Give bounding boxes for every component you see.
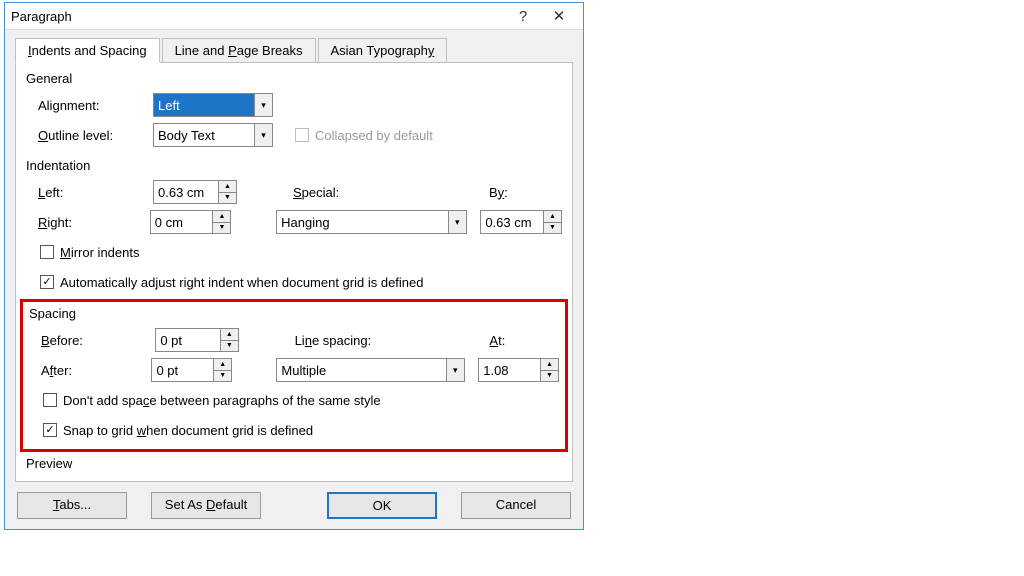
snap-to-grid-checkbox[interactable]: ✓ Snap to grid when document grid is def… [43, 423, 313, 438]
line-spacing-label: Line spacing: [295, 333, 414, 348]
checkbox-box: ✓ [43, 423, 57, 437]
tab-asian-typography[interactable]: Asian Typography [318, 38, 448, 63]
indent-left-value: 0.63 cm [154, 181, 218, 203]
ok-button[interactable]: OK [327, 492, 437, 519]
set-default-button[interactable]: Set As Default [151, 492, 261, 519]
before-spinner[interactable]: 0 pt ▲▼ [155, 328, 239, 352]
by-spinner[interactable]: 0.63 cm ▲▼ [480, 210, 562, 234]
collapsed-checkbox: Collapsed by default [295, 128, 433, 143]
checkbox-box [43, 393, 57, 407]
outline-combo[interactable]: Body Text ▾ [153, 123, 273, 147]
by-label: By: [489, 185, 559, 200]
group-indentation-heading: Indentation [26, 158, 562, 173]
mirror-indents-label: Mirror indents [60, 245, 139, 260]
after-label: After: [41, 363, 151, 378]
checkbox-box [40, 245, 54, 259]
dialog-body: Indents and Spacing Line and Page Breaks… [5, 30, 583, 529]
tab-label: Line and Page Breaks [175, 43, 303, 58]
group-general-heading: General [26, 71, 562, 86]
help-icon[interactable]: ? [505, 8, 541, 25]
before-value: 0 pt [156, 329, 220, 351]
after-spinner[interactable]: 0 pt ▲▼ [151, 358, 232, 382]
dialog-title: Paragraph [11, 9, 505, 24]
by-value: 0.63 cm [481, 211, 543, 233]
dont-add-space-checkbox[interactable]: Don't add space between paragraphs of th… [43, 393, 381, 408]
special-label: Special: [293, 185, 413, 200]
indent-left-spinner[interactable]: 0.63 cm ▲▼ [153, 180, 237, 204]
indent-right-label: Right: [38, 215, 150, 230]
tab-label: Indents and Spacing [28, 43, 147, 58]
checkbox-box: ✓ [40, 275, 54, 289]
alignment-value: Left [154, 94, 254, 116]
spinner-buttons[interactable]: ▲▼ [220, 329, 238, 351]
paragraph-dialog: Paragraph ? ✕ Indents and Spacing Line a… [4, 2, 584, 530]
line-spacing-value: Multiple [277, 359, 445, 381]
spinner-buttons[interactable]: ▲▼ [543, 211, 561, 233]
indent-right-value: 0 cm [151, 211, 213, 233]
auto-adjust-checkbox[interactable]: ✓ Automatically adjust right indent when… [40, 275, 424, 290]
chevron-down-icon[interactable]: ▾ [446, 359, 464, 381]
spinner-buttons[interactable]: ▲▼ [218, 181, 236, 203]
special-value: Hanging [277, 211, 448, 233]
cancel-button[interactable]: Cancel [461, 492, 571, 519]
tab-sheet: General Alignment: Left ▾ Outline level:… [15, 62, 573, 482]
dont-add-space-label: Don't add space between paragraphs of th… [63, 393, 381, 408]
indent-left-label: Left: [38, 185, 153, 200]
dialog-buttons: Tabs... Set As Default OK Cancel [15, 492, 573, 519]
outline-value: Body Text [154, 124, 254, 146]
alignment-label: Alignment: [38, 98, 153, 113]
chevron-down-icon[interactable]: ▾ [254, 94, 272, 116]
after-value: 0 pt [152, 359, 213, 381]
tabs-button[interactable]: Tabs... [17, 492, 127, 519]
at-spinner[interactable]: 1.08 ▲▼ [478, 358, 559, 382]
group-spacing-heading: Spacing [29, 306, 559, 321]
spinner-buttons[interactable]: ▲▼ [213, 359, 231, 381]
spinner-buttons[interactable]: ▲▼ [540, 359, 558, 381]
alignment-combo[interactable]: Left ▾ [153, 93, 273, 117]
close-icon[interactable]: ✕ [541, 7, 577, 25]
indent-right-spinner[interactable]: 0 cm ▲▼ [150, 210, 232, 234]
line-spacing-combo[interactable]: Multiple ▾ [276, 358, 464, 382]
checkbox-box [295, 128, 309, 142]
tab-line-page-breaks[interactable]: Line and Page Breaks [162, 38, 316, 63]
auto-adjust-label: Automatically adjust right indent when d… [60, 275, 424, 290]
titlebar: Paragraph ? ✕ [5, 3, 583, 30]
spacing-highlight: Spacing Before: 0 pt ▲▼ Line spacing: At… [20, 299, 568, 452]
outline-label: Outline level: [38, 128, 153, 143]
spinner-buttons[interactable]: ▲▼ [212, 211, 230, 233]
at-value: 1.08 [479, 359, 540, 381]
tab-strip: Indents and Spacing Line and Page Breaks… [15, 38, 573, 63]
preview-heading: Preview [26, 456, 562, 471]
tab-label: Asian Typography [331, 43, 435, 58]
snap-to-grid-label: Snap to grid when document grid is defin… [63, 423, 313, 438]
mirror-indents-checkbox[interactable]: Mirror indents [40, 245, 139, 260]
chevron-down-icon[interactable]: ▾ [254, 124, 272, 146]
collapsed-label: Collapsed by default [315, 128, 433, 143]
chevron-down-icon[interactable]: ▾ [448, 211, 466, 233]
at-label: At: [489, 333, 559, 348]
before-label: Before: [41, 333, 155, 348]
tab-indents-spacing[interactable]: Indents and Spacing [15, 38, 160, 63]
special-combo[interactable]: Hanging ▾ [276, 210, 467, 234]
